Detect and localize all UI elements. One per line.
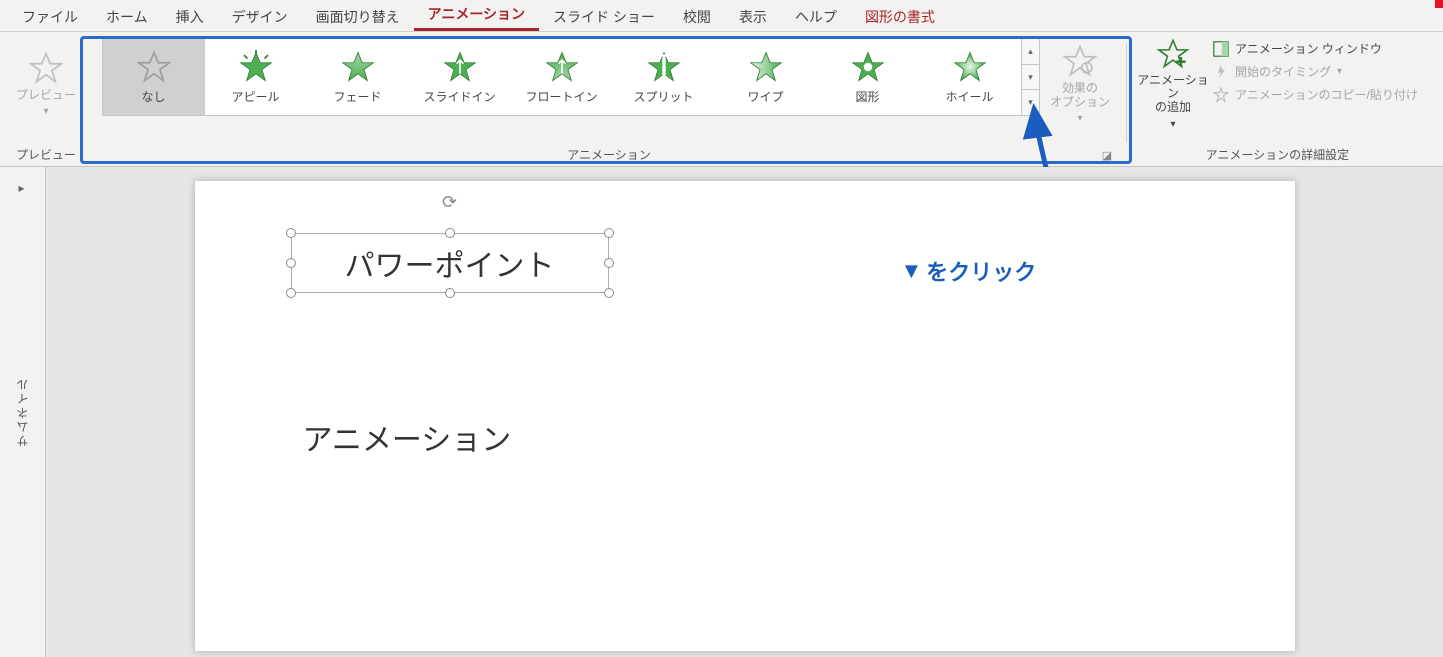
tab-shape-format[interactable]: 図形の書式 xyxy=(851,1,949,31)
animation-pane-button[interactable]: アニメーション ウィンドウ xyxy=(1213,40,1418,57)
animation-dialog-launcher[interactable]: ◪ xyxy=(1100,148,1114,162)
star-flyin-icon xyxy=(443,50,477,84)
star-wipe-icon xyxy=(749,50,783,84)
add-animation-label: アニメーション の追加 xyxy=(1137,74,1209,115)
anim-item-split[interactable]: スプリット xyxy=(613,39,715,115)
painter-label: アニメーションのコピー/貼り付け xyxy=(1235,86,1418,103)
tab-design[interactable]: デザイン xyxy=(218,1,302,31)
anim-item-flyin[interactable]: スライドイン xyxy=(409,39,511,115)
thumbnail-rail-label: サムネイル xyxy=(14,377,31,447)
titlebar-accent xyxy=(1435,0,1443,8)
group-preview: プレビュー プレビュー xyxy=(0,38,92,166)
tab-help[interactable]: ヘルプ xyxy=(781,1,851,31)
tab-slideshow[interactable]: スライド ショー xyxy=(539,1,669,31)
preview-label: プレビュー xyxy=(16,89,76,103)
rotate-handle-icon[interactable]: ⟳ xyxy=(440,192,460,212)
resize-handle[interactable] xyxy=(286,228,296,238)
slide-area: パワーポイント ⟳ アニメーション ▼をクリック xyxy=(46,167,1443,657)
anim-item-label: なし xyxy=(141,88,165,105)
animation-pane-label: アニメーション ウィンドウ xyxy=(1235,40,1382,57)
star-fade-icon xyxy=(341,50,375,84)
star-appear-icon xyxy=(239,50,273,84)
add-animation-button[interactable]: アニメーション の追加 xyxy=(1137,38,1209,130)
group-label-text: アニメーション xyxy=(567,146,651,163)
annotation-callout: ▼をクリック xyxy=(901,255,1037,287)
advanced-list: アニメーション ウィンドウ 開始のタイミング アニメーションのコピー/貼り付け xyxy=(1213,38,1418,103)
resize-handle[interactable] xyxy=(604,258,614,268)
star-wheel-icon xyxy=(953,50,987,84)
annotation-text: をクリック xyxy=(926,255,1036,287)
star-split-icon xyxy=(647,50,681,84)
anim-item-appear[interactable]: アピール xyxy=(205,39,307,115)
star-plus-icon xyxy=(1156,38,1190,70)
trigger-icon xyxy=(1213,64,1229,80)
anim-item-floatin[interactable]: フロートイン xyxy=(511,39,613,115)
slide[interactable]: パワーポイント ⟳ アニメーション ▼をクリック xyxy=(195,181,1295,651)
group-advanced: アニメーション の追加 アニメーション ウィンドウ 開始のタイミング xyxy=(1127,38,1428,166)
ribbon-tabstrip: ファイル ホーム 挿入 デザイン 画面切り替え アニメーション スライド ショー… xyxy=(0,0,1443,32)
textbox-text: パワーポイント xyxy=(345,241,555,285)
anim-item-label: スプリット xyxy=(633,88,693,105)
anim-item-label: フロートイン xyxy=(525,88,597,105)
anim-item-label: ホイール xyxy=(945,88,993,105)
group-label-animation: アニメーション ◪ xyxy=(102,142,1116,166)
anim-item-none[interactable]: なし xyxy=(103,39,205,115)
resize-handle[interactable] xyxy=(445,288,455,298)
anim-item-label: アピール xyxy=(231,88,279,105)
gallery-scroll: ▴ ▾ ▾ xyxy=(1021,39,1039,115)
anim-item-label: スライドイン xyxy=(423,88,495,105)
anim-item-label: フェード xyxy=(333,88,381,105)
animation-painter-button[interactable]: アニメーションのコピー/貼り付け xyxy=(1213,86,1418,103)
group-animation: なし アピール xyxy=(92,38,1126,166)
anim-item-wheel[interactable]: ホイール xyxy=(919,39,1021,115)
resize-handle[interactable] xyxy=(604,288,614,298)
pane-icon xyxy=(1213,41,1229,57)
animation-gallery: なし アピール xyxy=(102,38,1040,116)
gallery-scroll-up[interactable]: ▴ xyxy=(1022,39,1039,65)
gallery-expand[interactable]: ▾ xyxy=(1022,90,1039,115)
group-label-advanced: アニメーションの詳細設定 xyxy=(1137,142,1418,166)
animation-gallery-wrap: なし アピール xyxy=(102,38,1040,116)
gallery-scroll-down[interactable]: ▾ xyxy=(1022,65,1039,91)
annotation-marker: ▼ xyxy=(901,258,923,284)
anim-item-label: ワイプ xyxy=(747,88,783,105)
trigger-button[interactable]: 開始のタイミング xyxy=(1213,63,1418,80)
star-floatin-icon xyxy=(545,50,579,84)
slide-body-text: アニメーション xyxy=(303,415,512,459)
group-label-preview: プレビュー xyxy=(10,142,82,166)
tab-home[interactable]: ホーム xyxy=(92,1,162,31)
preview-button[interactable]: プレビュー xyxy=(10,38,82,130)
resize-handle[interactable] xyxy=(286,258,296,268)
selected-textbox[interactable]: パワーポイント ⟳ xyxy=(291,233,609,293)
tab-review[interactable]: 校閲 xyxy=(669,1,725,31)
effect-options-button[interactable]: 効果の オプション xyxy=(1044,38,1116,130)
resize-handle[interactable] xyxy=(604,228,614,238)
resize-handle[interactable] xyxy=(286,288,296,298)
anim-item-wipe[interactable]: ワイプ xyxy=(715,39,817,115)
tab-insert[interactable]: 挿入 xyxy=(162,1,218,31)
tab-animations[interactable]: アニメーション xyxy=(414,0,539,31)
painter-icon xyxy=(1213,87,1229,103)
ribbon: プレビュー プレビュー なし xyxy=(0,32,1443,167)
star-gear-icon xyxy=(1063,44,1097,78)
star-icon xyxy=(29,51,63,85)
anim-item-fade[interactable]: フェード xyxy=(307,39,409,115)
tab-view[interactable]: 表示 xyxy=(725,1,781,31)
tab-file[interactable]: ファイル xyxy=(8,1,92,31)
thumbnail-expand-icon[interactable]: ▸ xyxy=(18,181,26,195)
anim-item-label: 図形 xyxy=(855,88,879,105)
thumbnail-rail[interactable]: ▸ サムネイル xyxy=(0,167,46,657)
resize-handle[interactable] xyxy=(445,228,455,238)
trigger-label: 開始のタイミング xyxy=(1235,63,1331,80)
effect-options-label: 効果の オプション xyxy=(1050,82,1110,110)
workspace: ▸ サムネイル パワーポイント ⟳ アニメーション ▼をクリック xyxy=(0,167,1443,657)
star-shape-icon xyxy=(851,50,885,84)
star-none-icon xyxy=(137,50,171,84)
tab-transitions[interactable]: 画面切り替え xyxy=(302,1,414,31)
anim-item-shape[interactable]: 図形 xyxy=(817,39,919,115)
